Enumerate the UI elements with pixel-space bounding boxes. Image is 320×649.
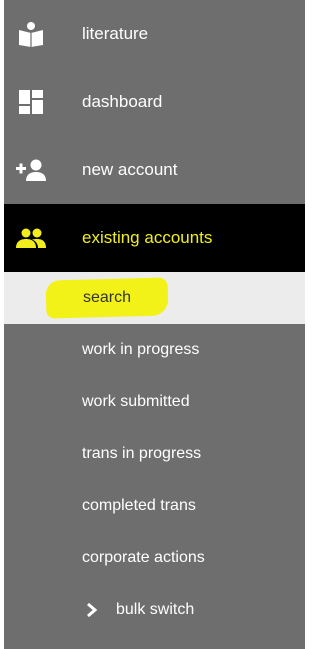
add-user-icon	[16, 155, 46, 185]
nav-item-literature[interactable]: literature	[4, 0, 305, 68]
nav-label-existing-accounts: existing accounts	[82, 228, 213, 247]
subnav-label-trans-in-progress: trans in progress	[82, 445, 202, 462]
book-reader-icon	[16, 19, 46, 49]
nav-label-new-account: new account	[82, 160, 178, 179]
subnav-item-work-submitted[interactable]: work submitted	[4, 376, 305, 428]
sidebar-nav: literature dashboard new account existin…	[4, 0, 305, 649]
subnav-label-search: search	[83, 289, 132, 306]
nav-label-literature: literature	[82, 24, 149, 43]
subnav-label-corporate-actions: corporate actions	[82, 549, 205, 566]
subnav-item-trans-in-progress[interactable]: trans in progress	[4, 428, 305, 480]
subnav-item-completed-trans[interactable]: completed trans	[4, 480, 305, 532]
nav-item-existing-accounts[interactable]: existing accounts	[4, 204, 305, 272]
subnav-label-completed-trans: completed trans	[82, 497, 196, 514]
nav-item-new-account[interactable]: new account	[4, 136, 305, 204]
subnav-label-bulk-switch: bulk switch	[116, 601, 195, 618]
subnav-item-work-in-progress[interactable]: work in progress	[4, 324, 305, 376]
subnav-label-work-submitted: work submitted	[82, 393, 190, 410]
nav-label-dashboard: dashboard	[82, 92, 163, 111]
chevron-right-icon	[86, 602, 98, 618]
nav-item-dashboard[interactable]: dashboard	[4, 68, 305, 136]
dashboard-icon	[16, 87, 46, 117]
subnav-item-bulk-switch[interactable]: bulk switch	[4, 584, 305, 636]
subnav-item-corporate-actions[interactable]: corporate actions	[4, 532, 305, 584]
subnav-item-search[interactable]: search	[4, 272, 305, 324]
subnav-label-work-in-progress: work in progress	[82, 341, 200, 358]
users-icon	[16, 223, 46, 253]
